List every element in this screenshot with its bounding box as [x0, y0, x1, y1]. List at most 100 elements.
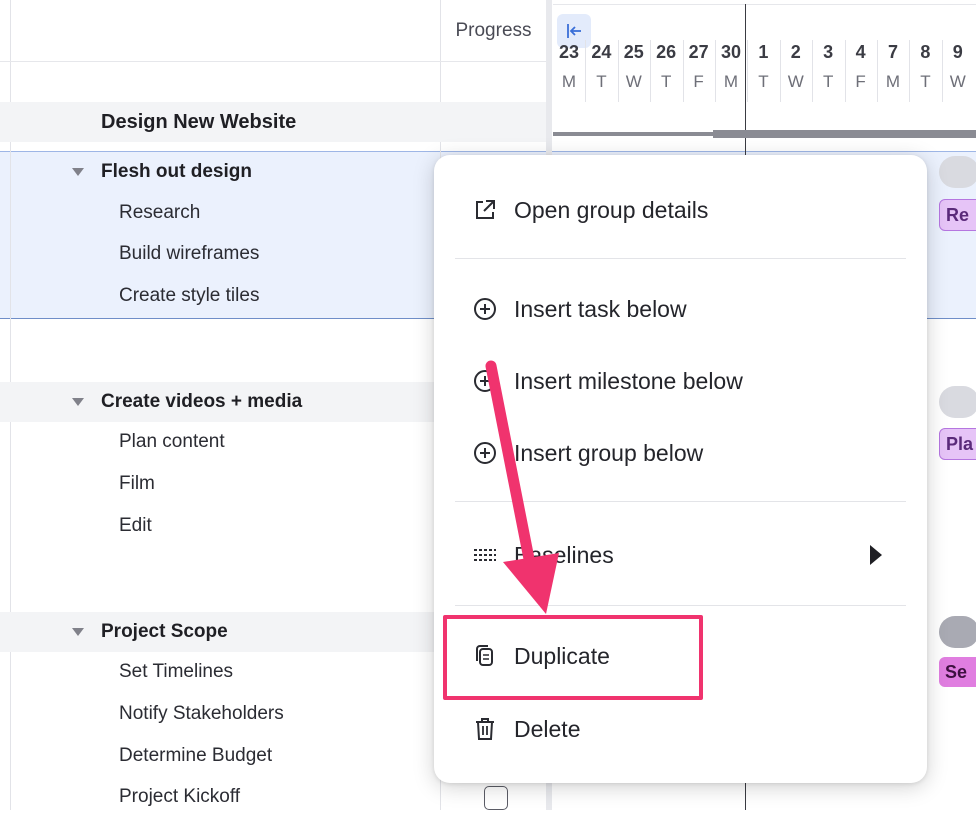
group-name: Create videos + media [101, 391, 303, 412]
menu-separator [455, 501, 906, 502]
insert-group-item[interactable]: Insert group below [434, 425, 927, 481]
day-divider [844, 40, 846, 102]
submenu-arrow-icon [870, 545, 882, 565]
collapse-caret-icon[interactable] [72, 628, 84, 636]
day-of-week: T [660, 72, 672, 91]
day-number: 1 [758, 42, 769, 62]
plus-circle-icon [472, 440, 498, 466]
timeline-day: 9W [942, 42, 974, 92]
task-name: Build wireframes [119, 243, 260, 264]
day-number: 25 [623, 42, 644, 62]
task-bar[interactable]: Pla [939, 428, 976, 460]
progress-column-header[interactable]: Progress [441, 0, 546, 62]
day-divider [715, 40, 716, 102]
day-number: 30 [720, 42, 742, 62]
timeline-day: 8T [909, 42, 941, 92]
group-summary-bar[interactable] [939, 616, 976, 648]
timeline-day: 3T [812, 42, 844, 92]
timeline-day: 7M [877, 42, 909, 92]
collapse-caret-icon[interactable] [72, 168, 84, 176]
day-number: 24 [591, 42, 612, 62]
day-number: 27 [688, 42, 709, 62]
task-name: Film [119, 473, 155, 494]
plus-circle-icon [472, 296, 498, 322]
collapse-left-icon [567, 24, 581, 38]
collapse-caret-icon[interactable] [72, 398, 84, 406]
day-number: 3 [823, 42, 834, 62]
task-bar[interactable]: Re [939, 199, 976, 231]
menu-item-label: Insert milestone below [514, 367, 743, 394]
day-divider [812, 40, 814, 102]
project-row[interactable]: Design New Website [0, 102, 546, 142]
menu-item-label: Baselines [514, 541, 614, 568]
menu-item-label: Delete [514, 715, 581, 742]
baselines-icon [472, 542, 498, 568]
day-divider [682, 40, 684, 102]
group-summary-bar[interactable] [939, 156, 976, 188]
day-divider [650, 40, 652, 102]
baselines-item[interactable]: Baselines [434, 527, 927, 583]
timeline-day: 23 M [553, 42, 585, 92]
task-name: Create style tiles [119, 285, 260, 306]
project-name: Design New Website [101, 110, 297, 133]
delete-item[interactable]: Delete [434, 701, 927, 757]
day-of-week: T [596, 72, 607, 91]
open-group-details-item[interactable]: Open group details [434, 182, 927, 238]
task-name: Set Timelines [119, 661, 234, 682]
timeline-day: 24 T [585, 42, 617, 92]
timeline-day: 27 F [683, 42, 715, 92]
task-name: Research [119, 202, 201, 223]
task-name: Project Kickoff [119, 786, 241, 807]
day-of-week: F [693, 72, 704, 91]
timeline-day: 30 M [715, 42, 747, 92]
day-of-week: T [758, 72, 769, 91]
task-bar-label: Se [945, 661, 968, 682]
timeline-day: 1T [747, 42, 779, 92]
day-divider [585, 40, 587, 102]
day-number: 8 [920, 42, 931, 62]
day-divider [909, 40, 911, 102]
timeline-day: 2W [780, 42, 812, 92]
day-of-week: W [949, 72, 966, 91]
day-number: 9 [952, 42, 963, 62]
task-row[interactable]: Project Kickoff [0, 777, 546, 817]
timeline-day: 4F [845, 42, 877, 92]
project-timeline-bar[interactable] [553, 130, 976, 138]
day-number: 4 [855, 42, 866, 62]
day-number: 23 [558, 42, 580, 62]
day-of-week: W [625, 72, 642, 91]
timeline-day: 26 T [650, 42, 682, 92]
day-number: 26 [656, 42, 677, 62]
task-bar[interactable]: Se [939, 657, 976, 687]
trash-icon [472, 716, 498, 742]
day-divider [617, 40, 619, 102]
day-divider [941, 40, 943, 102]
day-divider [747, 40, 749, 102]
task-bar-label: Re [946, 204, 970, 225]
menu-separator [455, 605, 906, 606]
progress-checkbox[interactable] [484, 786, 508, 810]
day-of-week: W [787, 72, 804, 91]
plus-circle-icon [472, 368, 498, 394]
timeline-day: 25 W [618, 42, 650, 92]
duplicate-highlight-box [443, 615, 703, 700]
day-number: 7 [887, 42, 898, 62]
external-link-icon [472, 197, 498, 223]
day-of-week: T [920, 72, 931, 91]
task-name: Plan content [119, 431, 225, 452]
menu-separator [455, 258, 906, 259]
day-of-week: M [561, 72, 577, 91]
day-of-week: M [885, 72, 901, 91]
menu-item-label: Insert task below [514, 295, 687, 322]
task-name: Notify Stakeholders [119, 703, 284, 724]
group-name: Flesh out design [101, 161, 252, 182]
insert-task-item[interactable]: Insert task below [434, 281, 927, 337]
day-divider [779, 40, 781, 102]
task-name: Determine Budget [119, 745, 273, 766]
insert-milestone-item[interactable]: Insert milestone below [434, 353, 927, 409]
group-summary-bar[interactable] [939, 386, 976, 418]
task-name: Edit [119, 515, 152, 536]
task-bar-label: Pla [946, 433, 974, 454]
day-of-week: M [723, 72, 739, 91]
day-of-week: F [855, 72, 866, 91]
